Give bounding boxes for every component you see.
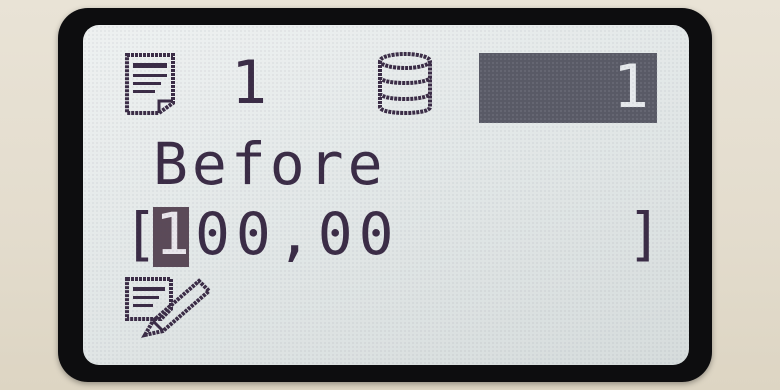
field-label: Before bbox=[153, 130, 387, 198]
paper-stack-icon bbox=[378, 52, 432, 115]
copies-value: 1 bbox=[231, 48, 270, 118]
page-icon bbox=[125, 53, 175, 115]
value-field: 00,00 bbox=[195, 200, 400, 268]
counter-value: 1 bbox=[612, 52, 651, 122]
cursor-digit: 1 bbox=[155, 200, 192, 268]
lcd-screen: 1 1 Before [ 1 00,00 ] bbox=[83, 25, 689, 365]
bracket-close: ] bbox=[627, 200, 664, 268]
edit-document-icon bbox=[125, 277, 212, 338]
counter-highlight: 1 bbox=[479, 52, 657, 123]
